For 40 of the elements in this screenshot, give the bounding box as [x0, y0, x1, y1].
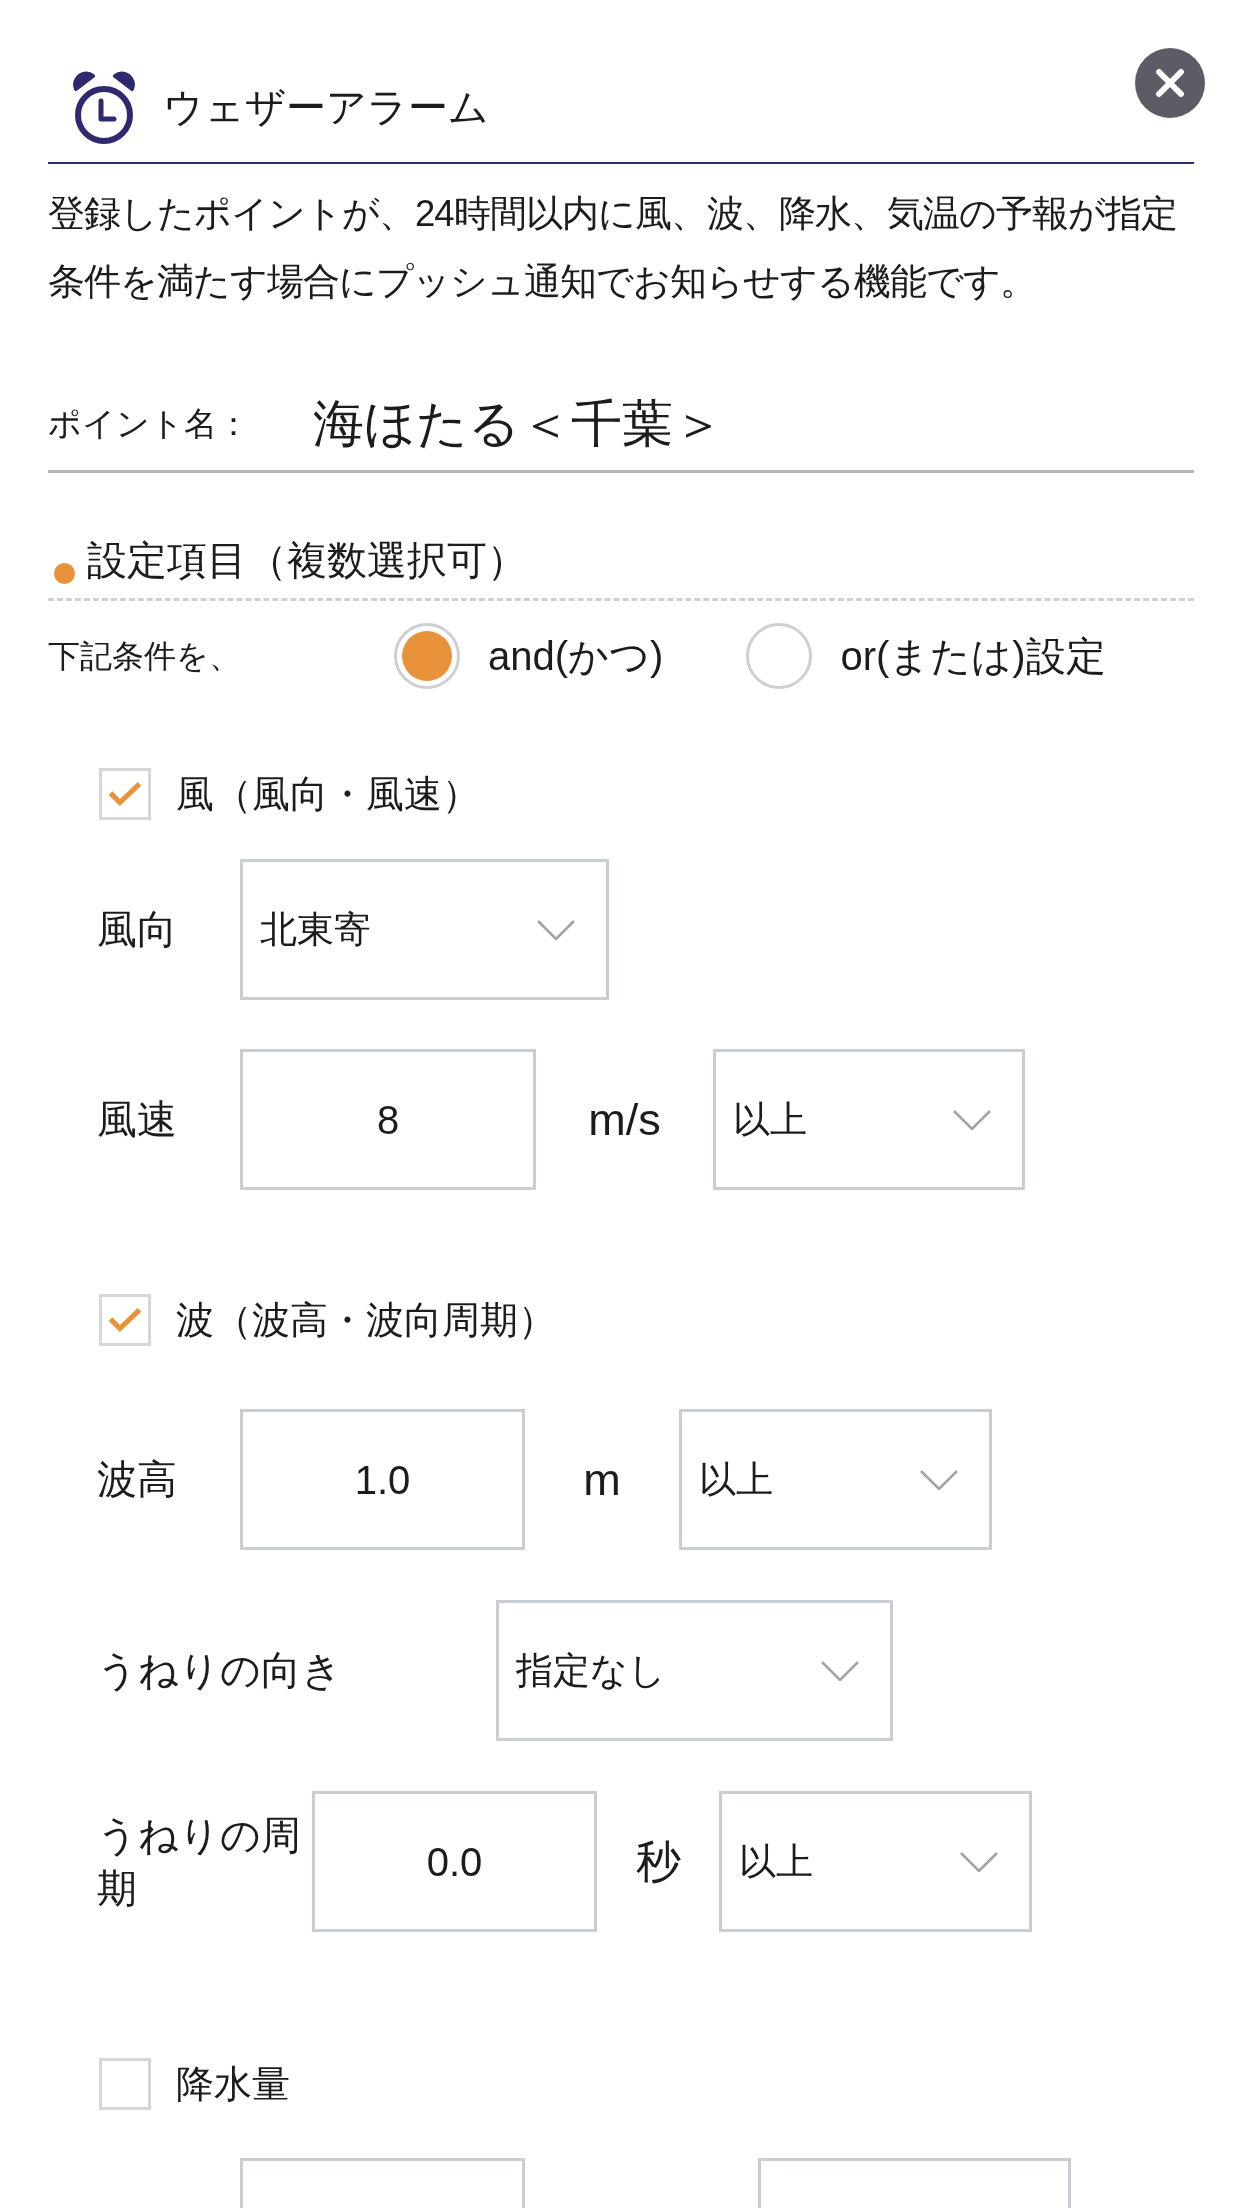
bullet-icon: [54, 563, 75, 584]
field-label: 風向: [97, 906, 178, 953]
checkbox[interactable]: [99, 1294, 151, 1346]
chevron-down-icon: [821, 1660, 859, 1681]
input-field[interactable]: 1.0: [240, 1409, 525, 1550]
unit-label: m: [583, 1454, 621, 1505]
dropdown[interactable]: 以上: [719, 1791, 1032, 1932]
alarm-clock-icon: [73, 71, 135, 145]
section-title: 設定項目（複数選択可）: [87, 537, 527, 584]
checkmark-icon: [108, 1307, 142, 1333]
description-text: 登録したポイントが、24時間以内に風、波、降水、気温の予報が指定条件を満たす場合にプッシュ通知でお知らせする機能です。: [48, 192, 1178, 304]
dropdown[interactable]: 北東寄: [240, 859, 609, 1000]
checkbox-label: 降水量: [176, 2061, 290, 2107]
checkbox-label: 風（風向・風速）: [176, 771, 480, 817]
field-label: 風速: [97, 1096, 178, 1143]
checkmark-icon: [108, 781, 142, 807]
chevron-down-icon: [920, 1469, 958, 1490]
field-label: うねりの向き: [97, 1647, 343, 1694]
field-label: 波高: [97, 1456, 178, 1503]
close-icon: [1155, 68, 1185, 98]
unit-label: m/s: [588, 1094, 661, 1145]
dropdown[interactable]: 指定なし: [496, 1600, 893, 1741]
checkbox[interactable]: [99, 2058, 151, 2110]
radio-label: or(または)設定: [840, 633, 1106, 680]
unit-label: 秒: [635, 1836, 681, 1887]
point-name: 海ほたる＜千葉＞: [313, 393, 724, 454]
input-field[interactable]: 8: [240, 1049, 536, 1190]
checkbox-label: 波（波高・波向周期）: [176, 1297, 556, 1343]
input-field[interactable]: 0.0: [312, 1791, 597, 1932]
field-label: うねりの周期: [97, 1811, 302, 1912]
chevron-down-icon: [960, 1851, 998, 1872]
chevron-down-icon: [537, 919, 575, 940]
dropdown[interactable]: 以上: [713, 1049, 1025, 1190]
checkbox[interactable]: [99, 768, 151, 820]
radio-label: and(かつ): [488, 633, 664, 680]
chevron-down-icon: [953, 1109, 991, 1130]
window-title: ウェザーアラーム: [163, 84, 489, 130]
dropdown[interactable]: 以上: [679, 1409, 992, 1550]
point-label: ポイント名：: [48, 403, 251, 444]
condition-label: 下記条件を、: [48, 637, 242, 676]
